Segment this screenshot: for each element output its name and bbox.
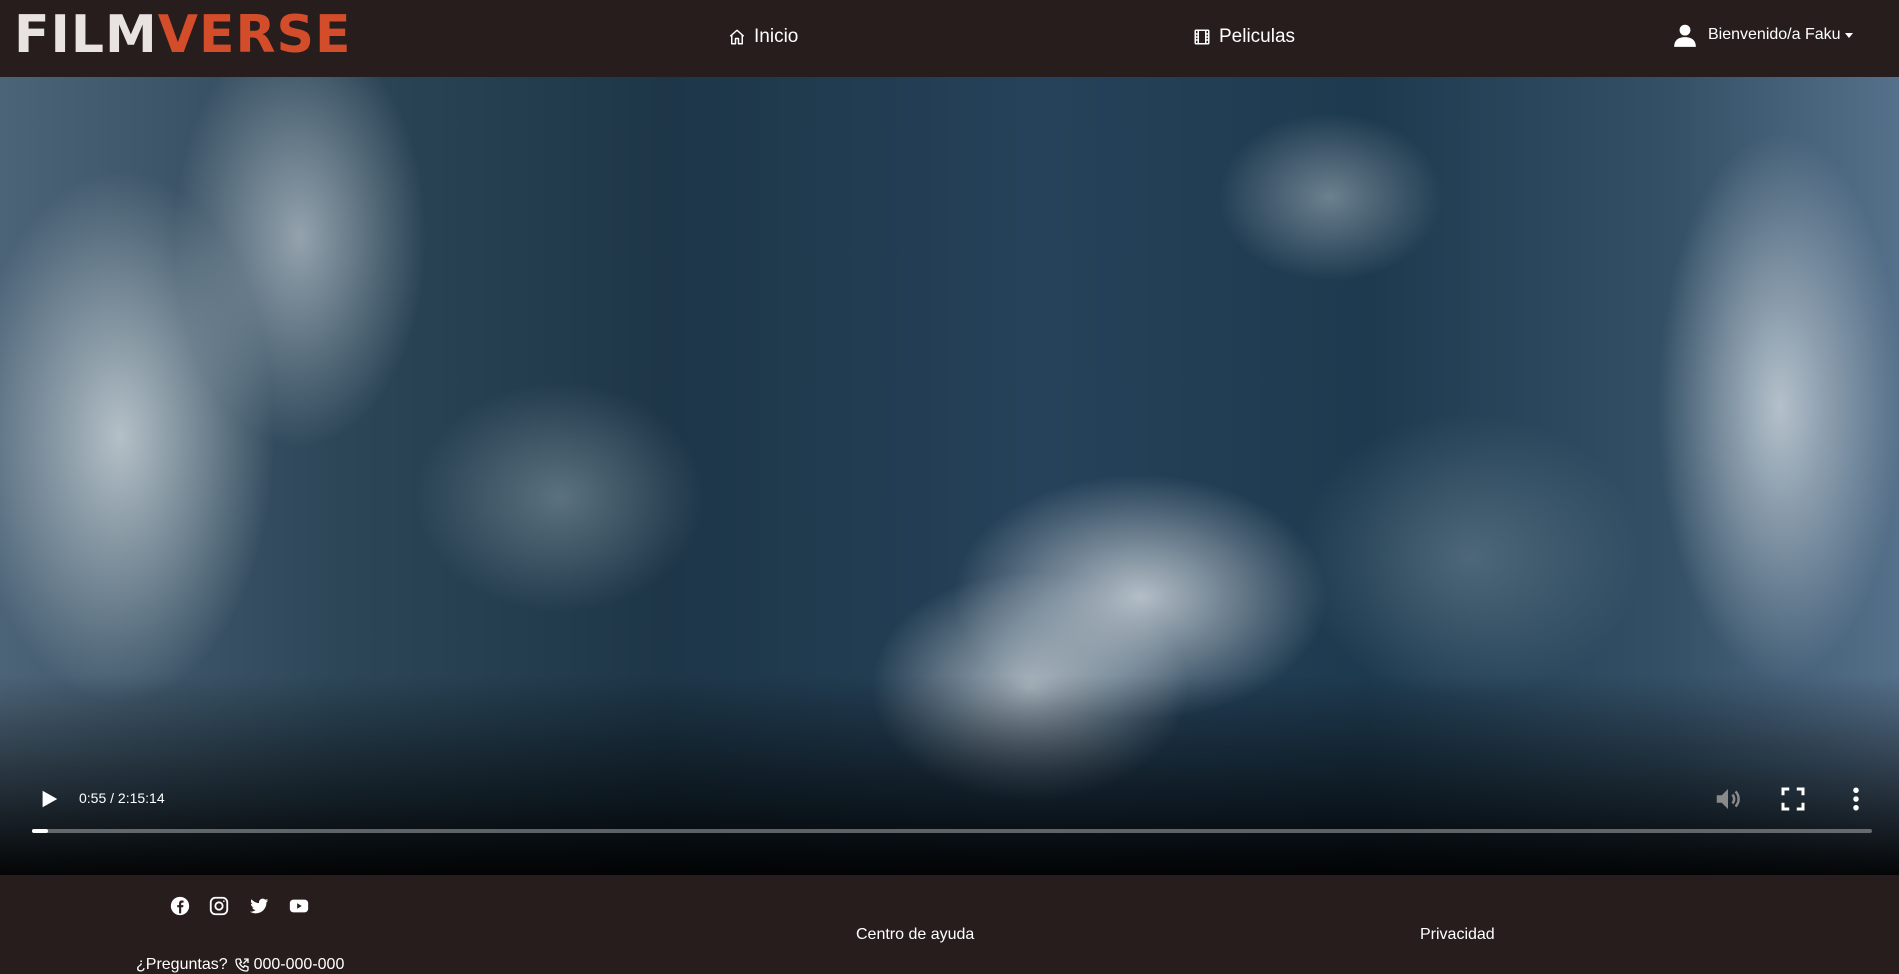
help-center-link[interactable]: Centro de ayuda (856, 926, 974, 944)
progress-bar[interactable] (32, 829, 1872, 833)
progress-fill (32, 829, 48, 833)
privacy-link[interactable]: Privacidad (1420, 926, 1495, 944)
footer: ¿Preguntas? 000-000-000 Centro de ayuda … (0, 875, 1899, 973)
current-time: 0:55 (79, 790, 107, 806)
filmverse-logo[interactable]: FILM VERSE (14, 5, 352, 65)
nav-peliculas-label: Peliculas (1219, 26, 1296, 47)
twitter-icon[interactable] (248, 895, 270, 917)
play-icon[interactable] (38, 788, 60, 810)
caret-down-icon (1844, 32, 1853, 38)
user-menu-dropdown[interactable]: Bienvenido/a Faku (1672, 19, 1853, 51)
video-time: 0:55 / 2:15:14 (79, 790, 165, 806)
facebook-icon[interactable] (169, 895, 191, 917)
video-controls: 0:55 / 2:15:14 (0, 755, 1899, 875)
phone-outgoing-icon (234, 958, 249, 972)
film-icon (1194, 29, 1210, 45)
nav-inicio-link[interactable]: Inicio (728, 23, 798, 51)
navbar: FILM VERSE Inicio Peliculas Bienvenido/a … (0, 0, 1899, 77)
contact-info: ¿Preguntas? 000-000-000 (136, 956, 344, 974)
youtube-icon[interactable] (288, 895, 310, 917)
logo-verse: VERSE (157, 5, 352, 65)
logo-film: FILM (14, 5, 158, 65)
nav-peliculas-link[interactable]: Peliculas (1193, 23, 1295, 51)
duration: 2:15:14 (117, 790, 165, 806)
volume-icon[interactable] (1713, 784, 1743, 814)
help-question: ¿Preguntas? (136, 956, 228, 973)
home-icon (729, 29, 745, 45)
user-icon (1674, 24, 1696, 47)
video-player[interactable]: 0:55 / 2:15:14 (0, 77, 1899, 875)
phone-number: 000-000-000 (253, 956, 345, 973)
more-options-icon[interactable] (1841, 784, 1871, 814)
nav-inicio-label: Inicio (754, 26, 799, 47)
fullscreen-icon[interactable] (1778, 784, 1808, 814)
user-greeting: Bienvenido/a Faku (1708, 26, 1841, 43)
instagram-icon[interactable] (208, 895, 230, 917)
